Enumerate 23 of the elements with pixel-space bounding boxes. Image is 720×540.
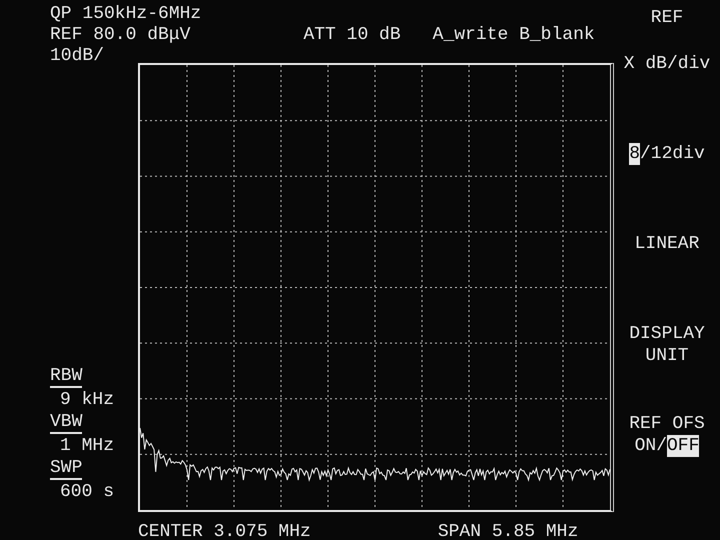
- header-text: A_write B_blank: [432, 25, 595, 46]
- softkey-label: 8: [629, 143, 640, 165]
- softkey-label: ON/: [634, 435, 667, 457]
- setting-label: VBW: [50, 412, 82, 434]
- setting-label: RBW: [50, 366, 82, 388]
- softkey-label: UNIT: [645, 345, 689, 367]
- header-text: REF 80.0 dBμV: [50, 25, 190, 46]
- setting-value: 600 s: [59, 481, 116, 504]
- softkey-label: /12div: [640, 143, 705, 165]
- header-text: 10dB/: [50, 46, 104, 67]
- softkey-label: X dB/div: [624, 53, 710, 75]
- softkey-label: OFF: [667, 435, 700, 457]
- setting-value: 1 MHz: [59, 435, 116, 458]
- setting-label: SWP: [50, 458, 82, 480]
- softkey-label: LINEAR: [634, 233, 700, 255]
- setting-value: 9 kHz: [59, 389, 116, 412]
- header-text: QP 150kHz-6MHz: [50, 4, 202, 25]
- softkey-label: DISPLAY: [629, 323, 705, 345]
- menu-title: REF: [650, 7, 684, 30]
- span-frequency: SPAN 5.85 MHz: [438, 521, 578, 540]
- header-text: ATT 10 dB: [303, 25, 401, 46]
- softkey-label: REF OFS: [629, 413, 705, 435]
- center-frequency: CENTER 3.075 MHz: [138, 521, 311, 540]
